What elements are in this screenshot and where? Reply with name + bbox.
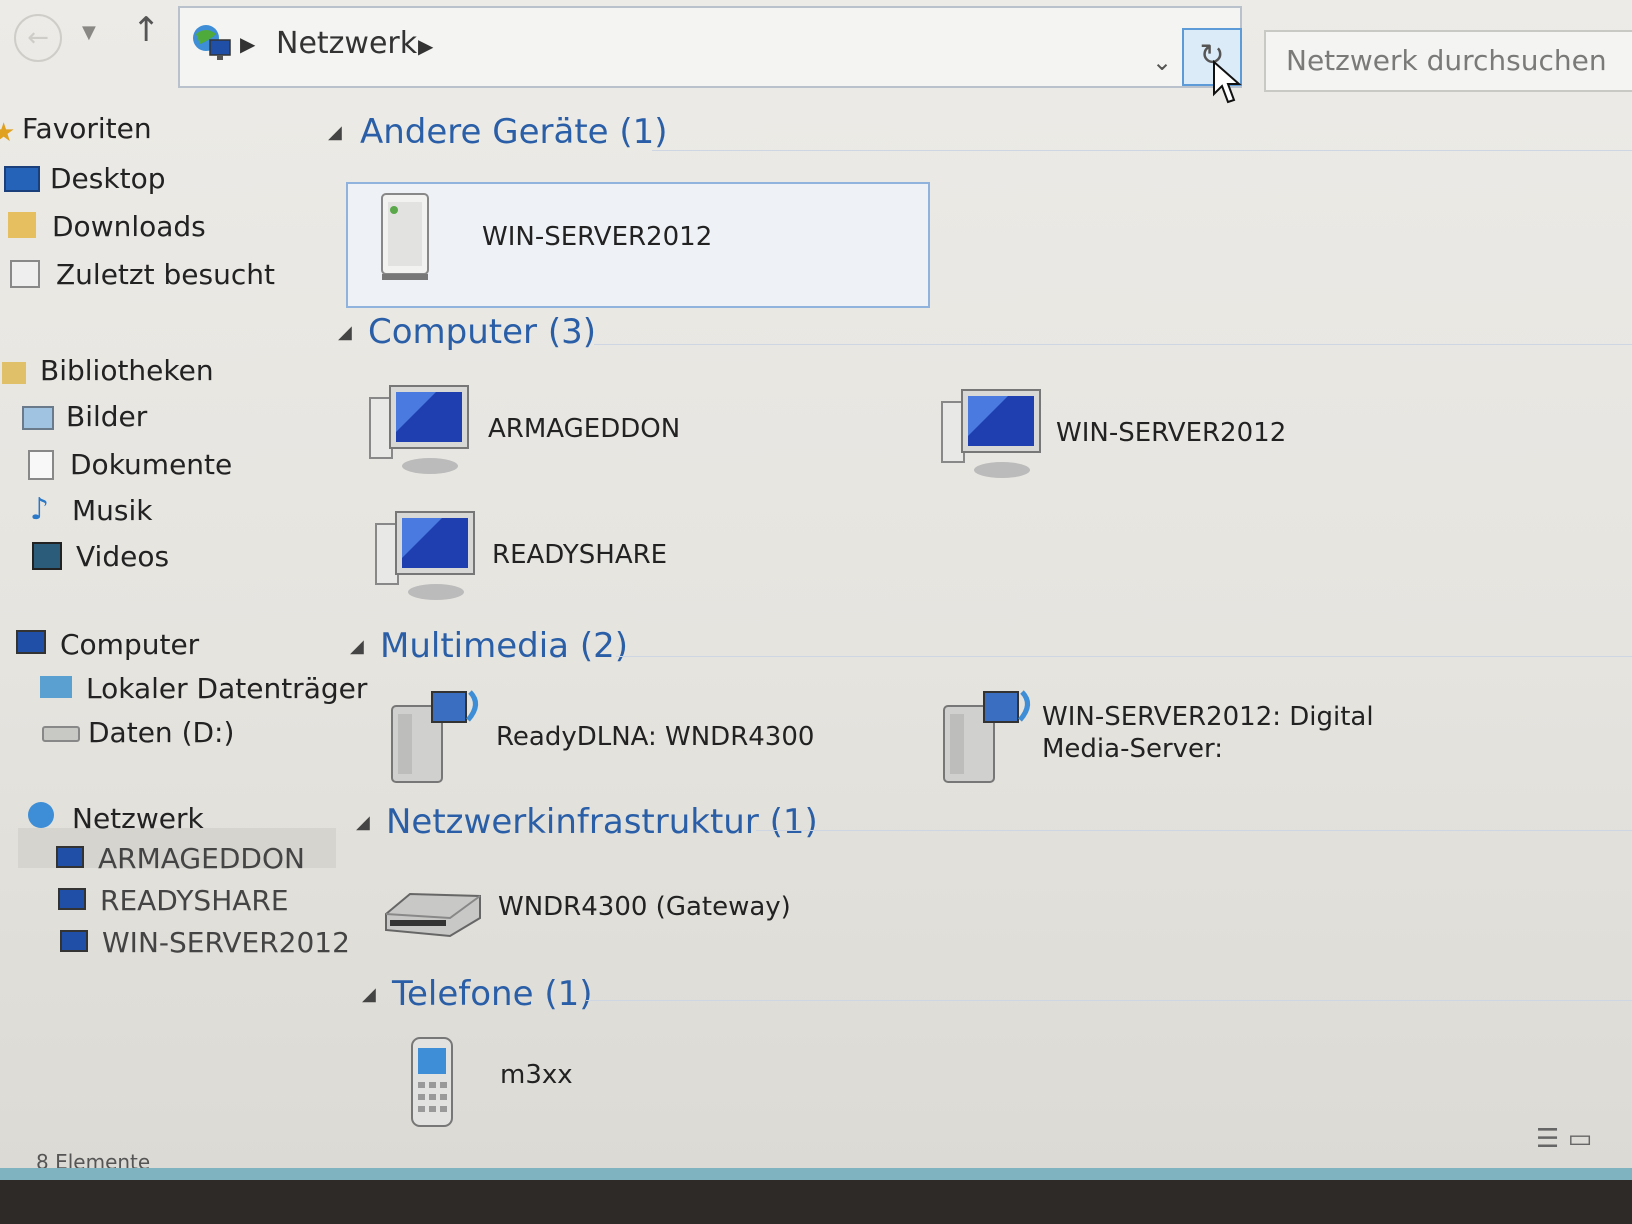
item-readyshare[interactable]: READYSHARE xyxy=(492,540,667,570)
group-divider xyxy=(616,656,1632,657)
view-toggle-icons[interactable]: ☰ ▭ xyxy=(1536,1124,1592,1154)
media-server-icon[interactable] xyxy=(938,686,1038,790)
up-button[interactable]: ↑ xyxy=(132,10,161,50)
nav-item-recent[interactable]: Zuletzt besucht xyxy=(56,258,275,291)
downloads-folder-icon xyxy=(8,212,36,238)
collapse-triangle-icon[interactable]: ◢ xyxy=(328,122,342,143)
taskbar-edge xyxy=(0,1168,1632,1180)
item-phone[interactable]: m3xx xyxy=(500,1060,573,1090)
monitor-icon[interactable] xyxy=(366,382,476,478)
nav-item-downloads[interactable]: Downloads xyxy=(52,210,206,243)
explorer-window: ← ▼ ↑ ▶ Netzwerk ▶ ⌄ ↻ Netzwerk durchsuc… xyxy=(0,0,1632,1180)
monitor-icon[interactable] xyxy=(938,386,1048,482)
item-gateway[interactable]: WNDR4300 (Gateway) xyxy=(498,892,791,922)
nav-item-desktop[interactable]: Desktop xyxy=(50,162,165,195)
collapse-triangle-icon[interactable]: ◢ xyxy=(356,812,370,833)
nav-item-documents[interactable]: Dokumente xyxy=(70,448,232,481)
nav-item-readyshare[interactable]: READYSHARE xyxy=(100,884,289,917)
nav-item-music[interactable]: Musik xyxy=(72,494,153,527)
navigation-pane: ★ Favoriten Desktop Downloads Zuletzt be… xyxy=(0,100,367,1160)
monitor-icon[interactable] xyxy=(372,508,482,604)
local-disk-icon xyxy=(40,676,72,698)
address-dropdown-icon[interactable]: ⌄ xyxy=(1152,48,1172,76)
breadcrumb-separator-icon[interactable]: ▶ xyxy=(240,32,255,56)
media-server-icon[interactable] xyxy=(386,686,486,790)
libraries-icon xyxy=(2,362,26,384)
group-computers-header[interactable]: Computer (3) xyxy=(368,312,596,352)
item-win-server-device: WIN-SERVER2012 xyxy=(482,222,713,252)
videos-icon xyxy=(32,542,62,570)
collapse-triangle-icon[interactable]: ◢ xyxy=(362,984,376,1005)
recent-places-icon xyxy=(10,260,40,288)
history-dropdown-icon[interactable]: ▼ xyxy=(82,22,96,43)
group-phones-header[interactable]: Telefone (1) xyxy=(392,974,592,1014)
item-readydlna[interactable]: ReadyDLNA: WNDR4300 xyxy=(496,722,814,752)
breadcrumb-chevron-icon[interactable]: ▶ xyxy=(418,34,433,58)
back-button[interactable]: ← xyxy=(14,14,62,62)
nav-item-local-disk[interactable]: Lokaler Datenträger xyxy=(86,672,367,705)
nav-item-videos[interactable]: Videos xyxy=(76,540,169,573)
phone-icon[interactable] xyxy=(404,1034,464,1132)
drive-icon xyxy=(42,726,80,742)
item-win-server-media-line1[interactable]: WIN-SERVER2012: Digital xyxy=(1042,702,1374,732)
documents-icon xyxy=(28,450,54,480)
item-win-server-media-line2[interactable]: Media-Server: xyxy=(1042,734,1223,764)
nav-item-data-drive[interactable]: Daten (D:) xyxy=(88,716,234,749)
server-tower-icon xyxy=(381,193,429,280)
search-placeholder: Netzwerk durchsuchen xyxy=(1286,44,1607,77)
collapse-triangle-icon[interactable]: ◢ xyxy=(350,636,364,657)
nav-item-win-server[interactable]: WIN-SERVER2012 xyxy=(102,926,350,959)
item-win-server-computer[interactable]: WIN-SERVER2012 xyxy=(1056,418,1286,448)
mouse-cursor-icon xyxy=(1213,60,1242,104)
search-box[interactable]: Netzwerk durchsuchen xyxy=(1264,30,1632,92)
item-armageddon[interactable]: ARMAGEDDON xyxy=(488,414,680,444)
address-bar[interactable]: ▶ Netzwerk ▶ ⌄ xyxy=(178,6,1242,88)
nav-network-header[interactable]: Netzwerk xyxy=(72,802,204,835)
group-divider xyxy=(586,1000,1632,1001)
network-icon xyxy=(28,802,54,828)
nav-computer-header[interactable]: Computer xyxy=(60,628,199,661)
pictures-icon xyxy=(22,406,54,430)
computer-icon xyxy=(16,630,46,654)
nav-libraries-header[interactable]: Bibliotheken xyxy=(40,354,214,387)
group-divider xyxy=(594,344,1632,345)
group-other-devices-header[interactable]: Andere Geräte (1) xyxy=(360,112,668,152)
group-multimedia-header[interactable]: Multimedia (2) xyxy=(380,626,628,666)
nav-item-pictures[interactable]: Bilder xyxy=(66,400,147,433)
nav-favorites-header[interactable]: Favoriten xyxy=(22,112,152,145)
desktop-icon xyxy=(4,166,40,192)
computer-icon xyxy=(60,930,88,952)
computer-icon xyxy=(58,888,86,910)
group-infrastructure-header[interactable]: Netzwerkinfrastruktur (1) xyxy=(386,802,818,842)
group-divider xyxy=(652,150,1632,151)
router-icon[interactable] xyxy=(380,884,486,944)
group-divider xyxy=(756,830,1632,831)
collapse-triangle-icon[interactable]: ◢ xyxy=(338,322,352,343)
monitor-bezel xyxy=(0,1180,1632,1224)
music-icon: ♪ xyxy=(30,492,50,527)
breadcrumb-netzwerk[interactable]: Netzwerk xyxy=(276,26,417,61)
nav-item-armageddon[interactable]: ARMAGEDDON xyxy=(98,842,305,875)
computer-icon xyxy=(56,846,84,868)
address-toolbar: ← ▼ ↑ ▶ Netzwerk ▶ ⌄ ↻ Netzwerk durchsuc… xyxy=(0,0,1632,104)
network-icon xyxy=(193,25,231,60)
